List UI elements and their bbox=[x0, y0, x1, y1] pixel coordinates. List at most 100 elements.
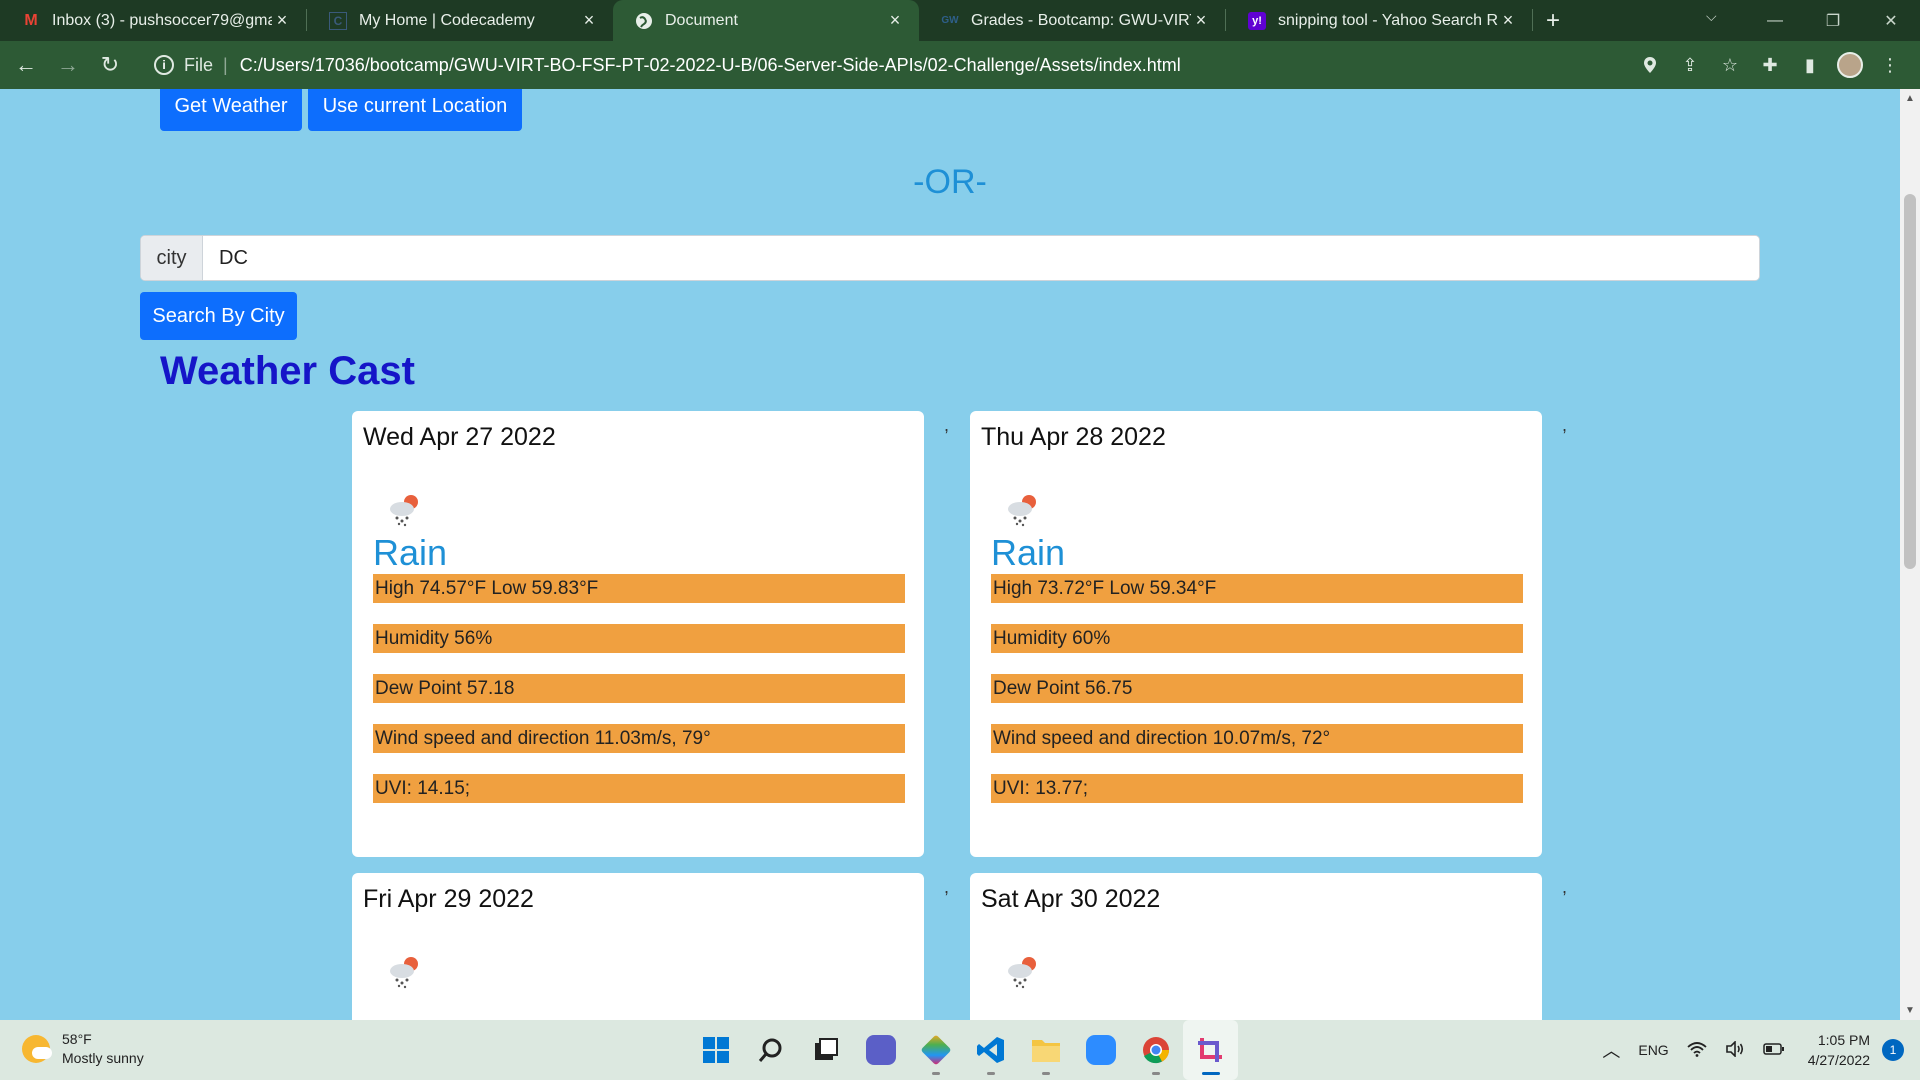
chevron-up-icon[interactable]: ︿ bbox=[1602, 1037, 1620, 1063]
back-button[interactable]: ← bbox=[6, 45, 46, 85]
forecast-date: Wed Apr 27 2022 bbox=[363, 423, 556, 451]
file-explorer-app[interactable] bbox=[1018, 1020, 1073, 1080]
close-icon[interactable]: × bbox=[579, 10, 599, 31]
system-tray: ︿ ENG 1:05 PM 4/27/2022 1 bbox=[1593, 1020, 1920, 1080]
wind: Wind speed and direction 11.03m/s, 79° bbox=[373, 724, 905, 753]
forecast-card: Fri Apr 29 2022 bbox=[352, 873, 924, 1020]
forecast-date: Thu Apr 28 2022 bbox=[981, 423, 1166, 451]
close-icon[interactable]: × bbox=[1498, 10, 1518, 31]
use-current-location-button[interactable]: Use current Location bbox=[308, 89, 522, 131]
dew-point: Dew Point 56.75 bbox=[991, 674, 1523, 703]
task-view-button[interactable] bbox=[798, 1020, 853, 1080]
git-app-icon bbox=[919, 1034, 952, 1066]
close-icon[interactable]: × bbox=[272, 10, 292, 31]
gitkraken-app[interactable] bbox=[908, 1020, 963, 1080]
forward-button[interactable]: → bbox=[48, 45, 88, 85]
snipping-tool-icon bbox=[1197, 1038, 1222, 1062]
side-panel-icon[interactable]: ▮ bbox=[1790, 55, 1830, 76]
humidity: Humidity 56% bbox=[373, 624, 905, 653]
search-by-city-button[interactable]: Search By City bbox=[140, 292, 297, 340]
chrome-icon bbox=[1142, 1037, 1169, 1064]
chevron-down-icon[interactable]: ⌵ bbox=[1706, 8, 1717, 25]
forecast-card: Sat Apr 30 2022 bbox=[970, 873, 1542, 1020]
wind: Wind speed and direction 10.07m/s, 72° bbox=[991, 724, 1523, 753]
gw-icon: GW bbox=[941, 15, 959, 26]
menu-icon[interactable]: ⋮ bbox=[1870, 55, 1910, 76]
taskbar: 58°F Mostly sunny ︿ ENG 1:05 PM 4/27/202… bbox=[0, 1020, 1920, 1080]
close-icon[interactable]: × bbox=[885, 10, 905, 31]
partly-sunny-icon bbox=[22, 1035, 52, 1063]
get-weather-button[interactable]: Get Weather bbox=[160, 89, 302, 131]
uvi: UVI: 13.77; bbox=[991, 774, 1523, 803]
weather-condition: Mostly sunny bbox=[62, 1050, 144, 1066]
weather-description: Rain bbox=[991, 532, 1066, 573]
scroll-up-arrow-icon[interactable]: ▲ bbox=[1900, 93, 1920, 104]
restore-button[interactable]: ❐ bbox=[1804, 0, 1862, 41]
city-input-group: city bbox=[140, 235, 1760, 281]
chrome-app[interactable] bbox=[1128, 1020, 1183, 1080]
info-icon[interactable]: i bbox=[154, 55, 174, 75]
clock-time: 1:05 PM bbox=[1817, 1032, 1870, 1048]
tab-codecademy[interactable]: C My Home | Codecademy × bbox=[307, 0, 613, 41]
taskbar-apps bbox=[688, 1020, 1238, 1080]
window-controls: — ❐ ✕ bbox=[1746, 0, 1920, 41]
system-clock[interactable]: 1:05 PM 4/27/2022 bbox=[1808, 1030, 1870, 1070]
tab-title: Document bbox=[665, 11, 738, 29]
vscode-icon bbox=[976, 1037, 1004, 1063]
chat-button[interactable] bbox=[853, 1020, 908, 1080]
search-button[interactable] bbox=[743, 1020, 798, 1080]
scrollbar-thumb[interactable] bbox=[1904, 194, 1916, 569]
city-input[interactable] bbox=[203, 236, 1759, 280]
start-button[interactable] bbox=[688, 1020, 743, 1080]
forecast-date: Sat Apr 30 2022 bbox=[981, 885, 1161, 913]
city-label: city bbox=[141, 236, 203, 280]
rain-cloud-icon bbox=[385, 490, 425, 530]
high-low-temp: High 74.57°F Low 59.83°F bbox=[373, 574, 905, 603]
clock-date: 4/27/2022 bbox=[1807, 1052, 1870, 1068]
tab-yahoo[interactable]: y! snipping tool - Yahoo Search Res × bbox=[1226, 0, 1532, 41]
minimize-button[interactable]: — bbox=[1746, 0, 1804, 41]
folder-icon bbox=[1031, 1040, 1060, 1062]
close-icon[interactable]: × bbox=[1191, 10, 1211, 31]
extensions-icon[interactable]: ✚ bbox=[1750, 55, 1790, 76]
notification-badge[interactable]: 1 bbox=[1882, 1039, 1904, 1061]
tab-document[interactable]: Document × bbox=[613, 0, 919, 41]
snipping-tool-app[interactable] bbox=[1183, 1020, 1238, 1080]
profile-avatar[interactable] bbox=[1830, 52, 1870, 78]
page-content: Get Weather Use current Location -OR- ci… bbox=[0, 89, 1900, 1020]
weather-widget[interactable]: 58°F Mostly sunny bbox=[22, 1030, 144, 1068]
zoom-icon bbox=[1085, 1035, 1116, 1065]
globe-icon bbox=[635, 12, 653, 30]
address-bar[interactable]: i File | C:/Users/17036/bootcamp/GWU-VIR… bbox=[140, 47, 1610, 83]
page-scrollbar[interactable]: ▲ ▼ bbox=[1900, 89, 1920, 1020]
wifi-icon[interactable] bbox=[1687, 1041, 1707, 1060]
tab-grades[interactable]: GW Grades - Bootcamp: GWU-VIRT-B × bbox=[919, 0, 1225, 41]
tab-gmail[interactable]: M Inbox (3) - pushsoccer79@gmail. × bbox=[0, 0, 306, 41]
location-pin-icon[interactable] bbox=[1630, 56, 1670, 74]
vscode-app[interactable] bbox=[963, 1020, 1018, 1080]
scheme-label: File bbox=[184, 54, 214, 75]
tab-title: Grades - Bootcamp: GWU-VIRT-B bbox=[971, 11, 1191, 29]
gmail-icon: M bbox=[24, 11, 38, 29]
chat-icon bbox=[865, 1035, 896, 1065]
scroll-down-arrow-icon[interactable]: ▼ bbox=[1900, 1005, 1920, 1016]
star-icon[interactable]: ☆ bbox=[1710, 55, 1750, 76]
new-tab-button[interactable]: + bbox=[1533, 0, 1573, 41]
battery-icon[interactable] bbox=[1762, 1042, 1785, 1058]
rain-cloud-icon bbox=[1003, 490, 1043, 530]
share-icon[interactable]: ⇪ bbox=[1670, 55, 1710, 76]
tab-title: snipping tool - Yahoo Search Res bbox=[1278, 11, 1498, 29]
volume-icon[interactable] bbox=[1725, 1039, 1745, 1060]
close-window-button[interactable]: ✕ bbox=[1862, 0, 1920, 41]
zoom-app[interactable] bbox=[1073, 1020, 1128, 1080]
search-icon bbox=[758, 1038, 781, 1062]
codecademy-icon: C bbox=[329, 11, 347, 30]
address-divider: | bbox=[223, 54, 228, 75]
dew-point: Dew Point 57.18 bbox=[373, 674, 905, 703]
url-text[interactable]: C:/Users/17036/bootcamp/GWU-VIRT-BO-FSF-… bbox=[240, 55, 1181, 76]
browser-toolbar: ← → ↻ i File | C:/Users/17036/bootcamp/G… bbox=[0, 41, 1920, 89]
language-indicator[interactable]: ENG bbox=[1638, 1042, 1668, 1058]
forecast-card: Wed Apr 27 2022 Rain High 74.57°F Low 59… bbox=[352, 411, 924, 857]
forecast-date: Fri Apr 29 2022 bbox=[363, 885, 534, 913]
reload-button[interactable]: ↻ bbox=[90, 45, 130, 85]
